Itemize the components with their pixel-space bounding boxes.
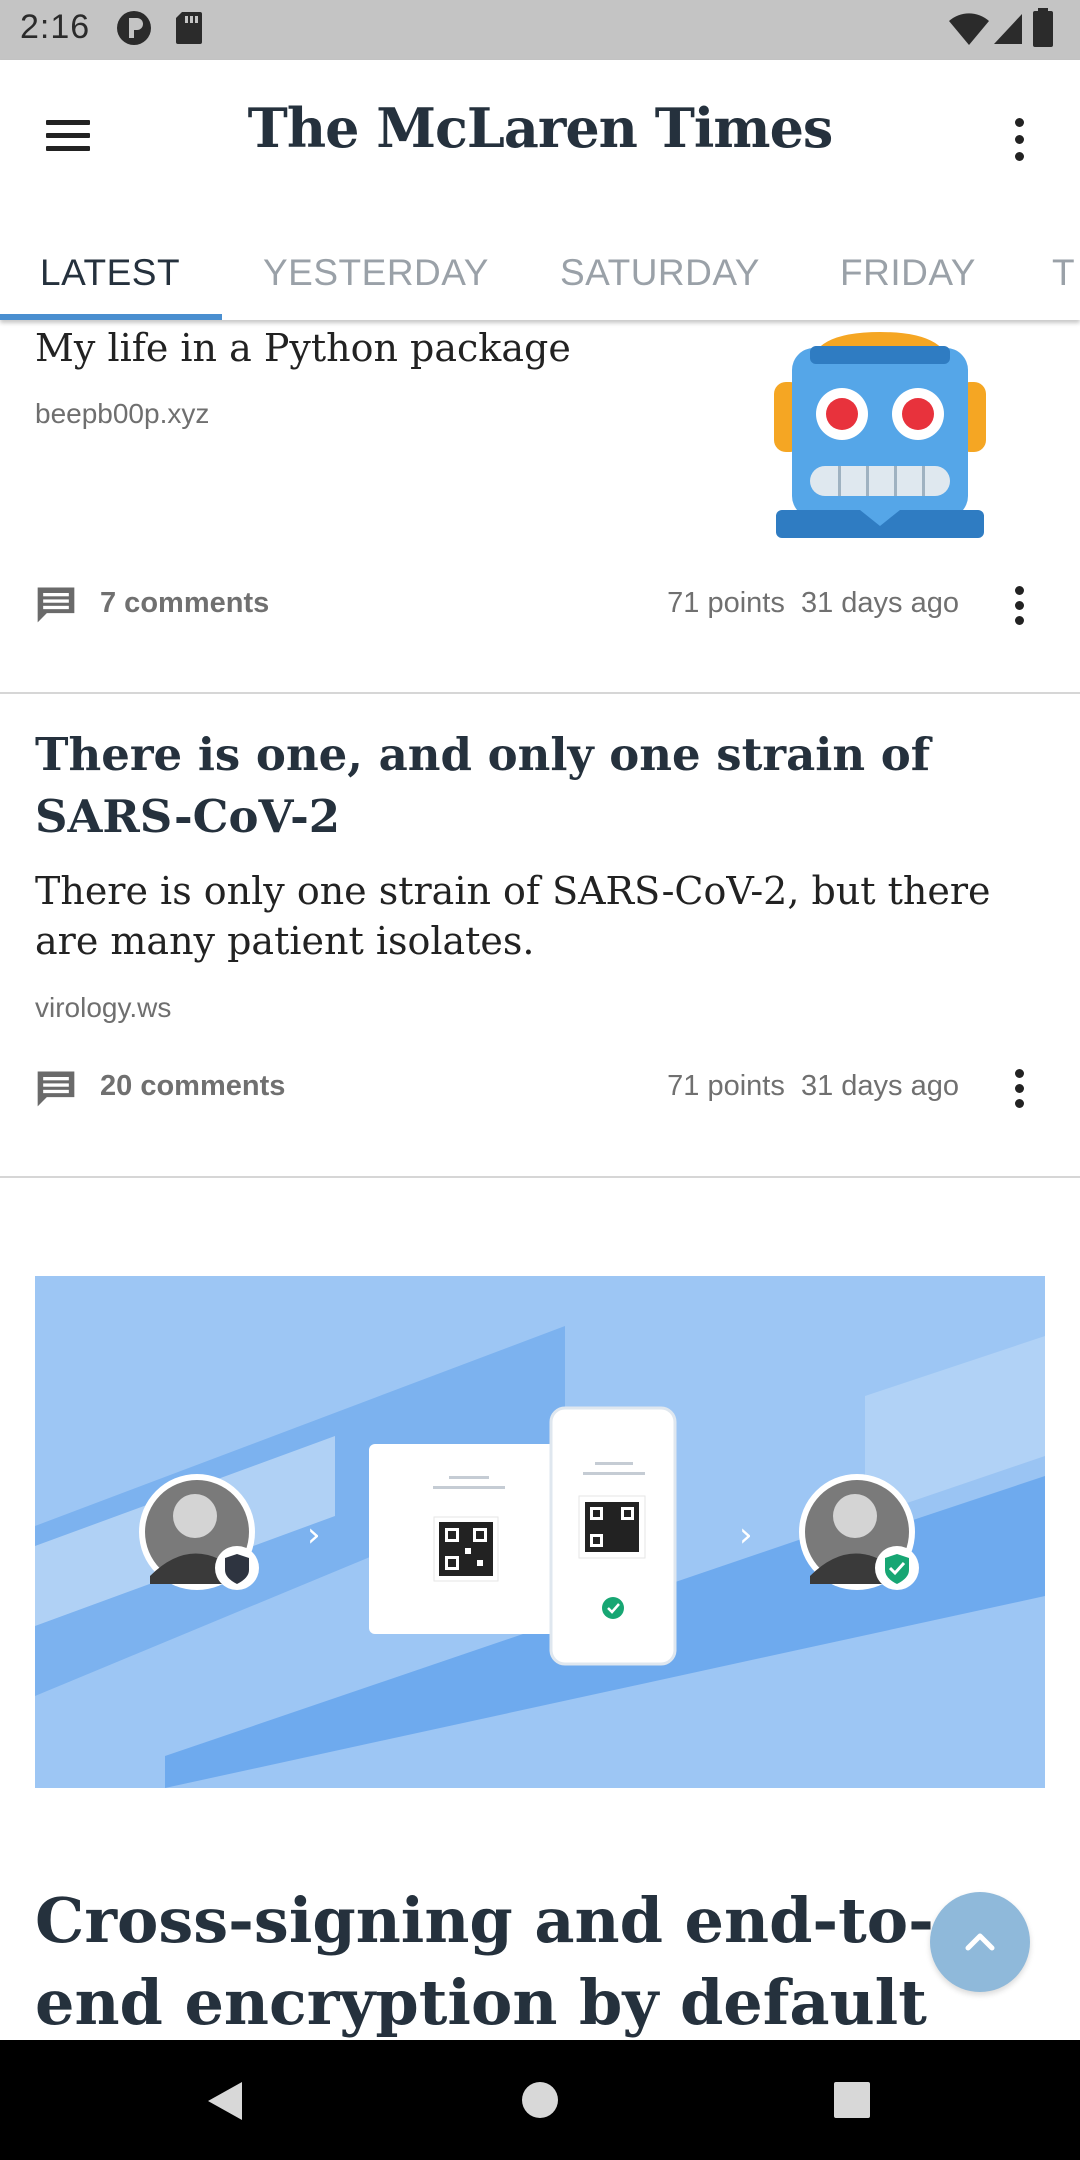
story-title[interactable]: There is one, and only one strain of SAR…: [35, 724, 995, 848]
tab-friday[interactable]: FRIDAY: [840, 252, 976, 294]
story-domain: virology.ws: [35, 992, 172, 1023]
recents-icon[interactable]: [834, 2082, 870, 2118]
home-icon[interactable]: [522, 2082, 558, 2118]
svg-text:›: ›: [307, 1515, 321, 1555]
story-meta: 71 points 31 days ago: [667, 587, 959, 620]
tab-bar: LATEST YESTERDAY SATURDAY FRIDAY T: [0, 230, 1080, 318]
story-points: 71 points: [667, 1070, 785, 1102]
story-meta: 71 points 31 days ago: [667, 1070, 959, 1103]
tab-saturday[interactable]: SATURDAY: [560, 252, 760, 294]
status-bar: 2:16: [0, 0, 1080, 60]
story-more-icon[interactable]: [1004, 580, 1036, 630]
tab-yesterday[interactable]: YESTERDAY: [263, 252, 489, 294]
tab-indicator: [0, 314, 222, 320]
story-feed[interactable]: My life in a Python package beepb00p.xyz…: [0, 320, 1080, 2040]
tab-next[interactable]: T: [1052, 252, 1075, 294]
app-title: The McLaren Times: [247, 96, 834, 160]
battery-icon: [1033, 8, 1053, 47]
comments-link[interactable]: 7 comments: [100, 587, 269, 620]
comment-icon: [37, 587, 75, 623]
chevron-up-icon: [965, 1933, 995, 1951]
story-age: 31 days ago: [800, 587, 959, 619]
sd-card-icon: [176, 12, 202, 44]
story-image[interactable]: › ›: [35, 1276, 1045, 1788]
back-icon[interactable]: [204, 2080, 246, 2122]
cross-signing-illustration: › ›: [35, 1276, 1045, 1788]
wifi-icon: [949, 13, 989, 46]
tab-latest[interactable]: LATEST: [40, 252, 180, 294]
svg-text:›: ›: [739, 1515, 753, 1555]
divider: [0, 1176, 1080, 1178]
story-title[interactable]: My life in a Python package: [35, 326, 571, 370]
story-more-icon[interactable]: [1004, 1063, 1036, 1113]
app-notification-icon: [117, 11, 151, 45]
comments-link[interactable]: 20 comments: [100, 1070, 285, 1103]
more-vert-icon[interactable]: [1004, 110, 1036, 170]
status-time: 2:16: [20, 8, 91, 46]
comment-icon: [37, 1071, 75, 1107]
system-nav-bar: [0, 2040, 1080, 2160]
story-points: 71 points: [667, 587, 785, 619]
story-age: 31 days ago: [800, 1070, 959, 1102]
app-bar: The McLaren Times LATEST YESTERDAY SATUR…: [0, 60, 1080, 320]
divider: [0, 692, 1080, 694]
story-domain: beepb00p.xyz: [35, 398, 210, 429]
story-title[interactable]: Cross-signing and end-to-end encryption …: [35, 1880, 1035, 2040]
robot-icon: [774, 332, 986, 538]
scroll-to-top-button[interactable]: [930, 1892, 1030, 1992]
signal-icon: [994, 14, 1022, 44]
story-summary: There is only one strain of SARS-CoV-2, …: [35, 869, 991, 963]
